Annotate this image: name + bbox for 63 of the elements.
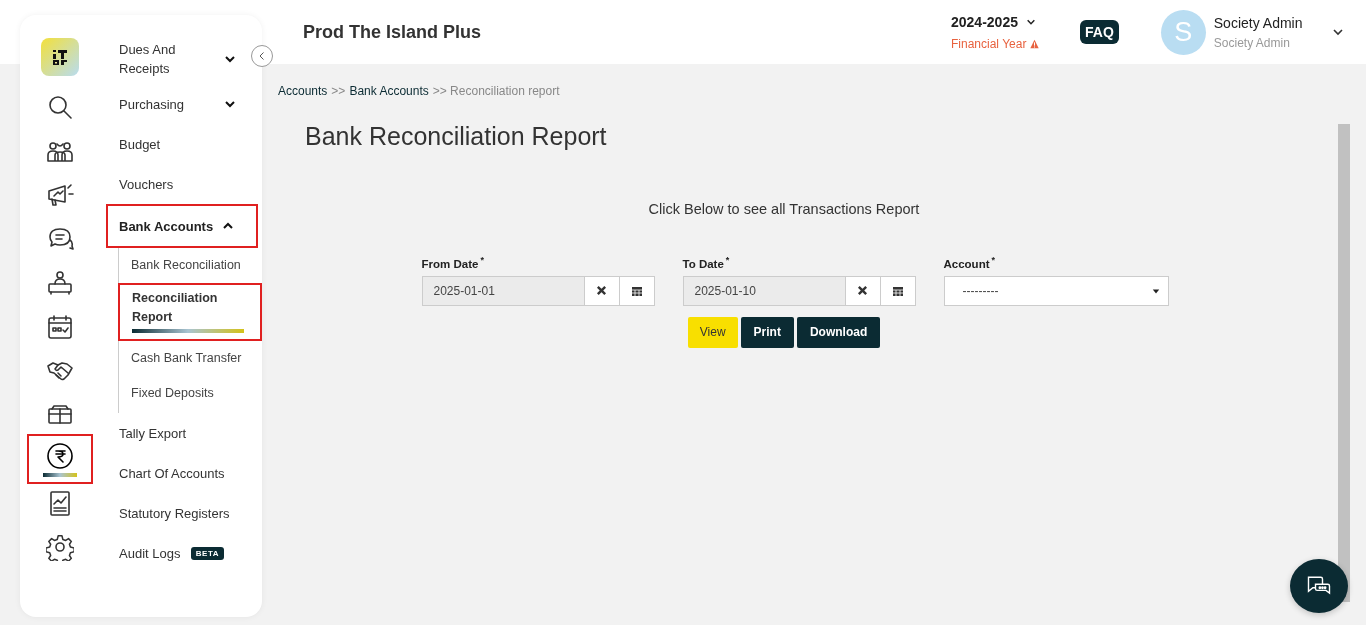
menu-item[interactable]: Budget — [99, 124, 261, 164]
year-dropdown[interactable]: 2024-2025 — [951, 13, 1036, 30]
calendar-icon — [891, 284, 904, 297]
rupee-icon[interactable] — [45, 441, 74, 470]
chevron-icon — [224, 98, 236, 110]
menu-item[interactable]: Vouchers — [99, 164, 261, 204]
close-icon — [857, 285, 868, 297]
action-button[interactable]: View — [687, 316, 738, 348]
calendar-button[interactable] — [619, 275, 655, 306]
action-button[interactable]: Print — [740, 316, 794, 348]
field-label: To Date — [682, 257, 724, 270]
avatar: S — [1160, 9, 1206, 55]
menu-item[interactable]: Tally Export — [99, 413, 261, 453]
caret-down-icon — [1151, 286, 1160, 295]
menu-item[interactable]: Purchasing — [99, 84, 261, 124]
intro-text: Click Below to see all Transactions Report — [647, 201, 921, 217]
chevron-down-icon — [1331, 26, 1344, 38]
submenu-item[interactable]: Bank Reconciliation — [119, 248, 259, 283]
calendar-icon — [630, 284, 643, 297]
field-label: Account — [943, 257, 990, 270]
submenu-item[interactable]: Reconciliation Report — [118, 283, 262, 341]
field-label: From Date — [421, 257, 479, 270]
settings-icon[interactable] — [45, 533, 74, 561]
submenu-item[interactable]: Cash Bank Transfer — [119, 341, 259, 376]
warning-icon — [1029, 38, 1041, 49]
menu-item[interactable]: Bank Accounts — [106, 204, 258, 248]
action-button[interactable]: Download — [796, 316, 881, 348]
breadcrumb-link[interactable]: Bank Accounts — [349, 84, 429, 98]
beta-badge: BETA — [190, 546, 224, 560]
app-logo[interactable] — [40, 38, 79, 76]
close-icon — [596, 285, 607, 297]
menu-item[interactable]: Chart Of Accounts — [99, 453, 261, 493]
date-field[interactable]: 2025-01-01 — [421, 275, 585, 306]
chevron-left-icon — [257, 51, 267, 61]
menu-item[interactable]: Statutory Registers — [99, 493, 261, 533]
breadcrumb-text: >> Reconciliation report — [432, 84, 560, 98]
required-mark: * — [725, 255, 730, 265]
megaphone-icon[interactable] — [45, 181, 74, 209]
required-mark: * — [991, 255, 995, 265]
calendar-icon[interactable] — [45, 313, 74, 341]
app-title: Prod The Island Plus — [303, 21, 483, 43]
user-name: Society Admin — [1213, 14, 1304, 31]
chat-button[interactable] — [1290, 559, 1348, 613]
menu-item[interactable]: Dues And Receipts — [99, 34, 261, 84]
faq-button[interactable]: FAQ — [1080, 20, 1119, 44]
page-title: Bank Reconciliation Report — [305, 122, 608, 151]
desk-icon[interactable] — [45, 269, 74, 297]
required-mark: * — [480, 255, 484, 265]
clear-button[interactable] — [584, 275, 620, 306]
date-field[interactable]: 2025-01-10 — [682, 275, 846, 306]
user-menu-button[interactable] — [1331, 26, 1344, 38]
submenu-item[interactable]: Fixed Deposits — [119, 376, 259, 411]
collapse-button[interactable] — [251, 45, 273, 67]
calendar-button[interactable] — [880, 275, 916, 306]
chevron-icon — [224, 53, 236, 65]
user-role: Society Admin — [1213, 35, 1291, 50]
account-dropdown[interactable]: --------- — [943, 275, 1169, 306]
menu-item[interactable]: Audit Logs BETA — [99, 533, 261, 573]
breadcrumb-link[interactable]: Accounts — [278, 84, 328, 98]
clear-button[interactable] — [845, 275, 881, 306]
breadcrumb-text: >> — [331, 84, 346, 98]
financial-year-label: Financial Year — [951, 36, 1027, 51]
active-underline — [42, 472, 77, 477]
